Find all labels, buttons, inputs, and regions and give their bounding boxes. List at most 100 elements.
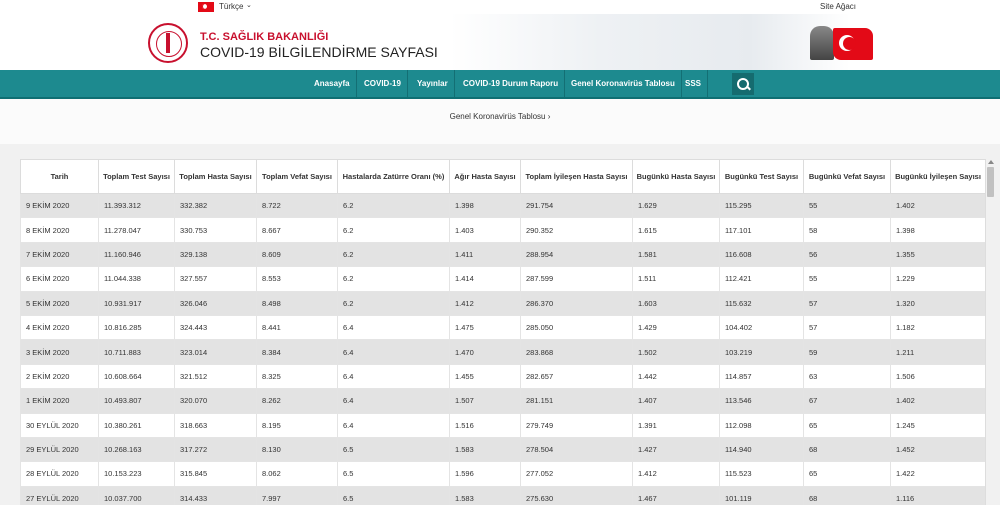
scroll-up-arrow-icon[interactable] [988,160,994,164]
table-cell: 115.523 [719,461,804,487]
table-cell: 58 [803,217,891,243]
column-header[interactable]: Toplam Test Sayısı [98,159,175,194]
table-cell: 324.443 [174,314,257,341]
table-row: 9 EKİM 2020 11.393.312 332.382 8.722 6.2 1.39… [20,192,985,219]
table-cell: 314.433 [174,485,257,505]
column-header[interactable]: Bugünkü İyileşen Sayısı [890,159,985,194]
column-header[interactable]: Bugünkü Hasta Sayısı [632,159,720,194]
table-cell: 27 EYLÜL 2020 [20,485,99,505]
table-cell: 8 EKİM 2020 [20,217,99,243]
table-cell: 1 EKİM 2020 [20,388,99,414]
nav-item-anasayfa[interactable]: Anasayfa [308,70,357,97]
table-cell: 1.422 [890,461,985,487]
table-cell: 57 [803,314,891,341]
table-cell: 113.546 [719,388,804,414]
table-cell: 55 [803,192,891,219]
table-cell: 317.272 [174,436,257,463]
table-cell: 6.2 [337,217,450,243]
table-cell: 281.151 [520,388,633,414]
table-cell: 114.940 [719,436,804,463]
table-cell: 1.116 [890,485,985,505]
column-header[interactable]: Toplam Vefat Sayısı [256,159,338,194]
table-cell: 6.2 [337,266,450,292]
scrollbar[interactable] [985,159,995,505]
table-cell: 1.507 [449,388,521,414]
table-cell: 1.182 [890,314,985,341]
table-cell: 9 EKİM 2020 [20,192,99,219]
table-cell: 320.070 [174,388,257,414]
table-row: 2 EKİM 2020 10.608.664 321.512 8.325 6.4 1.45… [20,363,985,390]
column-header[interactable]: Bugünkü Vefat Sayısı [803,159,891,194]
table-cell: 1.229 [890,266,985,292]
table-cell: 8.498 [256,290,338,316]
table-cell: 1.402 [890,192,985,219]
ministry-logo-icon[interactable] [148,23,188,63]
table-cell: 1.581 [632,241,720,268]
table-cell: 10.608.664 [98,363,175,390]
table-cell: 315.845 [174,461,257,487]
chevron-down-icon[interactable]: ⌄ [246,1,252,9]
table-cell: 1.467 [632,485,720,505]
nav-item-koronavirus-tablosu[interactable]: Genel Koronavirüs Tablosu [565,70,682,97]
table-cell: 6.5 [337,485,450,505]
table-cell: 1.398 [890,217,985,243]
table-row: 30 EYLÜL 2020 10.380.261 318.663 8.195 6.4 1.… [20,412,985,438]
table-cell: 8.667 [256,217,338,243]
nav-item-covid19[interactable]: COVID-19 [358,70,408,97]
table-cell: 112.421 [719,266,804,292]
column-header[interactable]: Hastalarda Zatürre Oranı (%) [337,159,450,194]
table-row: 3 EKİM 2020 10.711.883 323.014 8.384 6.4 1.47… [20,339,985,365]
table-cell: 8.262 [256,388,338,414]
table-cell: 1.615 [632,217,720,243]
nav-item-durum-raporu[interactable]: COVID-19 Durum Raporu [457,70,566,97]
scrollbar-thumb[interactable] [987,167,994,197]
nav-item-yayinlar[interactable]: Yayınlar [411,70,455,97]
table-cell: 6.4 [337,314,450,341]
column-header[interactable]: Ağır Hasta Sayısı [449,159,521,194]
top-bar: Türkçe ⌄ Site Ağacı [0,0,1000,14]
main-nav: Anasayfa COVID-19 Yayınlar COVID-19 Duru… [0,70,1000,99]
table-cell: 1.402 [890,388,985,414]
table-cell: 323.014 [174,339,257,365]
table-container: Tarih Toplam Test Sayısı Toplam Hasta Sayı… [20,159,985,505]
table-cell: 1.470 [449,339,521,365]
table-cell: 285.050 [520,314,633,341]
table-cell: 1.452 [890,436,985,463]
table-cell: 8.130 [256,436,338,463]
table-cell: 1.516 [449,412,521,438]
table-cell: 103.219 [719,339,804,365]
breadcrumb-area: Genel Koronavirüs Tablosu › [0,99,1000,144]
sitemap-link[interactable]: Site Ağacı [820,2,856,11]
nav-item-sss[interactable]: SSS [679,70,709,97]
table-cell: 1.245 [890,412,985,438]
table-cell: 8.553 [256,266,338,292]
table-cell: 326.046 [174,290,257,316]
column-header[interactable]: Toplam İyileşen Hasta Sayısı [520,159,633,194]
table-cell: 8.195 [256,412,338,438]
table-cell: 1.414 [449,266,521,292]
language-selector[interactable]: Türkçe [219,2,243,11]
column-header[interactable]: Toplam Hasta Sayısı [174,159,257,194]
table-cell: 318.663 [174,412,257,438]
ataturk-portrait [810,26,834,60]
table-cell: 1.407 [632,388,720,414]
table-cell: 68 [803,436,891,463]
table-cell: 10.380.261 [98,412,175,438]
content-area: Tarih Toplam Test Sayısı Toplam Hasta Sayı… [0,144,1000,505]
table-cell: 10.711.883 [98,339,175,365]
table-cell: 6.5 [337,461,450,487]
table-cell: 1.391 [632,412,720,438]
table-cell: 115.632 [719,290,804,316]
table-cell: 10.816.285 [98,314,175,341]
table-cell: 1.412 [632,461,720,487]
table-cell: 1.511 [632,266,720,292]
breadcrumb[interactable]: Genel Koronavirüs Tablosu › [0,112,1000,121]
table-cell: 287.599 [520,266,633,292]
search-icon[interactable] [732,73,754,95]
table-cell: 286.370 [520,290,633,316]
table-cell: 6 EKİM 2020 [20,266,99,292]
column-header[interactable]: Tarih [20,159,99,194]
table-cell: 10.153.223 [98,461,175,487]
column-header[interactable]: Bugünkü Test Sayısı [719,159,804,194]
table-row: 7 EKİM 2020 11.160.946 329.138 8.609 6.2 1.41… [20,241,985,268]
